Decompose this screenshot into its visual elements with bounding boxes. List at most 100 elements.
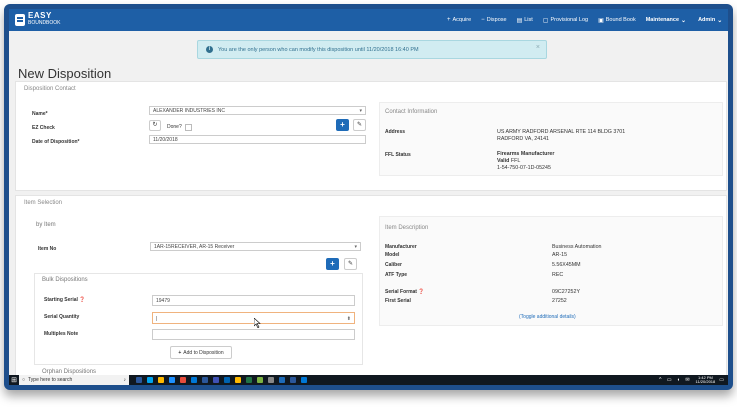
chevron-down-icon: ⌄ <box>681 17 687 24</box>
name-select[interactable]: ALEXANDER INDUSTRIES INC ▾ <box>149 106 366 115</box>
plus-icon: + <box>330 259 335 268</box>
edit-contact-button[interactable]: ✎ <box>353 119 366 131</box>
taskbar-apps <box>133 375 309 385</box>
spinner-icon[interactable]: ⬍ <box>347 313 351 325</box>
nav-admin-label: Admin <box>698 17 716 23</box>
toggle-details-link[interactable]: (Toggle additional details) <box>519 314 576 320</box>
ez-check-label: EZ Check <box>32 125 55 131</box>
nav-maintenance-label: Maintenance <box>645 17 680 23</box>
ffl-valid: Valid FFL <box>497 158 520 164</box>
nav-dispose-label: Dispose <box>486 17 507 23</box>
taskbar-app-icon[interactable] <box>243 375 254 385</box>
add-to-disposition-button[interactable]: + Add to Disposition <box>170 346 232 359</box>
add-item-button[interactable]: + <box>326 258 339 270</box>
help-icon[interactable]: ❓ <box>418 289 424 295</box>
taskbar-app-icon[interactable] <box>287 375 298 385</box>
item-no-select[interactable]: 1AR-15RECEIVER, AR-15 Receiver ▾ <box>150 242 361 251</box>
taskbar-app-icon[interactable] <box>144 375 155 385</box>
windows-start-icon[interactable]: ⊞ <box>9 375 19 385</box>
app-icon <box>234 377 241 383</box>
nav-bound-book[interactable]: ▣ Bound Book <box>598 17 636 24</box>
multiples-note-input[interactable] <box>152 329 355 340</box>
caliber-label: Caliber <box>385 262 402 268</box>
serial-format-label: Serial Format ❓ <box>385 289 425 295</box>
nav-acquire[interactable]: + Acquire <box>447 17 471 23</box>
window-frame: EASY BOUNDBOOK + Acquire − Dispose ▤ List ▢… <box>4 4 733 390</box>
ffl-valid-suffix: FFL <box>510 158 521 164</box>
model-value: AR-15 <box>552 252 568 258</box>
search-icon: ○ <box>22 377 26 383</box>
disposition-contact-panel: Disposition Contact Name* ALEXANDER INDU… <box>15 81 727 191</box>
edit-item-button[interactable]: ✎ <box>344 258 357 270</box>
nav-provisional-log[interactable]: ▢ Provisional Log <box>543 17 588 24</box>
app-icon <box>135 377 142 383</box>
date-input[interactable]: 11/20/2018 <box>149 135 366 144</box>
item-no-select-value: 1AR-15RECEIVER, AR-15 Receiver <box>154 244 235 250</box>
item-no-label: Item No <box>38 246 57 252</box>
serial-quantity-label: Serial Quantity <box>44 314 80 320</box>
taskbar-app-icon[interactable] <box>265 375 276 385</box>
lock-alert: i You are the only person who can modify… <box>197 40 547 59</box>
refresh-button[interactable]: ↻ <box>149 120 161 131</box>
taskbar-app-icon[interactable] <box>177 375 188 385</box>
serial-quantity-value: | <box>156 316 158 322</box>
app-icon <box>256 377 263 383</box>
taskbar-search[interactable]: ○ Type here to search ♪ <box>19 375 129 385</box>
taskbar-search-placeholder: Type here to search <box>28 377 73 383</box>
nav-list[interactable]: ▤ List <box>517 17 533 24</box>
taskbar-app-icon[interactable] <box>210 375 221 385</box>
microphone-icon[interactable]: ♪ <box>124 377 127 383</box>
date-label: Date of Disposition* <box>32 139 80 145</box>
taskbar-app-icon[interactable] <box>133 375 144 385</box>
tray-icons[interactable]: ^ ▭ ◖ ✉ <box>659 377 691 383</box>
close-icon[interactable]: × <box>536 44 540 51</box>
ffl-type: Firearms Manufacturer <box>497 151 555 157</box>
app-icon <box>245 377 252 383</box>
clock-date: 11/20/2018 <box>695 379 716 384</box>
nav-maintenance[interactable]: Maintenance ⌄ <box>646 17 688 24</box>
minus-icon: − <box>481 17 485 23</box>
app-icon <box>300 377 307 383</box>
manufacturer-value: Business Automation <box>552 244 602 250</box>
chevron-down-icon: ⌄ <box>717 17 723 24</box>
taskbar-app-icon[interactable] <box>166 375 177 385</box>
notification-icon[interactable]: ▭ <box>719 377 724 383</box>
nav-acquire-label: Acquire <box>452 17 472 23</box>
taskbar-clock[interactable]: 1:42 PM 11/20/2018 <box>695 375 716 385</box>
app-icon <box>201 377 208 383</box>
help-icon[interactable]: ❓ <box>79 297 85 303</box>
address-line2: RADFORD VA, 24141 <box>497 136 550 142</box>
atf-type-value: REC <box>552 272 564 278</box>
nav-dispose[interactable]: − Dispose <box>481 17 506 23</box>
taskbar-app-icon[interactable] <box>298 375 309 385</box>
taskbar-app-icon[interactable] <box>221 375 232 385</box>
file-icon: ▢ <box>542 17 549 24</box>
item-description-card: Item Description Manufacturer Business A… <box>379 216 723 326</box>
taskbar-app-icon[interactable] <box>188 375 199 385</box>
done-checkbox[interactable] <box>185 124 192 131</box>
taskbar-app-icon[interactable] <box>276 375 287 385</box>
item-selection-panel: Item Selection by Item Item No 1AR-15REC… <box>15 195 727 381</box>
app-logo[interactable]: EASY BOUNDBOOK <box>15 12 61 27</box>
starting-serial-input[interactable]: 19479 <box>152 295 355 306</box>
taskbar-app-icon[interactable] <box>232 375 243 385</box>
list-icon: ▤ <box>516 17 523 24</box>
taskbar-app-icon[interactable] <box>155 375 166 385</box>
pencil-icon: ✎ <box>356 122 363 128</box>
first-serial-label: First Serial <box>385 298 411 304</box>
taskbar-app-icon[interactable] <box>199 375 210 385</box>
model-label: Model <box>385 252 400 258</box>
serial-format-value: 09C27252Y <box>552 289 580 295</box>
address-label: Address <box>385 129 406 135</box>
logo-line2: BOUNDBOOK <box>28 20 61 26</box>
nav-admin[interactable]: Admin ⌄ <box>698 17 724 24</box>
refresh-icon: ↻ <box>152 122 158 128</box>
starting-serial-value: 19479 <box>156 298 170 304</box>
info-icon: i <box>206 46 213 53</box>
app-icon <box>168 377 175 383</box>
windows-taskbar: ⊞ ○ Type here to search ♪ ^ ▭ ◖ ✉ 1:42 P… <box>9 375 728 385</box>
add-contact-button[interactable]: + <box>336 119 349 131</box>
taskbar-app-icon[interactable] <box>254 375 265 385</box>
item-selection-heading: Item Selection <box>24 200 63 206</box>
ffl-number: 1-54-750-07-1D-05245 <box>497 165 551 171</box>
